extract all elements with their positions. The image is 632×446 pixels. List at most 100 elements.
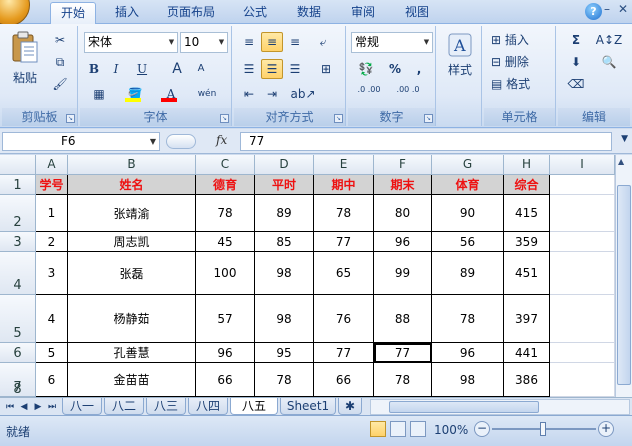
autosum-button[interactable]: Σ [562, 30, 590, 50]
align-right-button[interactable]: ☰ [284, 59, 306, 79]
align-center-button[interactable]: ☰ [261, 59, 283, 79]
expand-formula-bar-icon[interactable]: ▼ [621, 134, 628, 144]
sheet-tab-6[interactable]: Sheet1 [280, 398, 336, 415]
empty-cell[interactable] [550, 363, 615, 397]
underline-button[interactable]: U [128, 59, 156, 79]
horizontal-scrollbar[interactable] [370, 399, 630, 415]
table-cell[interactable]: 99 [374, 252, 432, 295]
table-cell[interactable]: 张靖渝 [68, 195, 196, 232]
insert-sheet-button[interactable]: ✱ [338, 398, 362, 415]
tab-formulas[interactable]: 公式 [232, 2, 278, 24]
table-cell[interactable]: 98 [432, 363, 504, 397]
table-cell[interactable]: 397 [504, 295, 550, 343]
tab-data[interactable]: 数据 [286, 2, 332, 24]
select-all-corner[interactable] [0, 155, 36, 175]
formula-input[interactable]: 77 [240, 132, 612, 151]
zoom-in-button[interactable]: + [598, 421, 614, 437]
sort-filter-button[interactable]: A↕Z [594, 30, 624, 50]
row-header[interactable]: 4 [0, 252, 36, 295]
comma-button[interactable]: , [408, 59, 430, 79]
sheet-tab-3[interactable]: 八三 [146, 398, 186, 415]
empty-cell[interactable] [550, 175, 615, 195]
increase-decimal-button[interactable]: .0 .00 [351, 84, 387, 104]
table-cell[interactable]: 98 [255, 295, 314, 343]
close-icon[interactable]: ✕ [618, 2, 630, 20]
table-header-cell[interactable]: 学号 [36, 175, 68, 195]
orientation-button[interactable]: ab↗ [288, 84, 318, 104]
zoom-slider-thumb[interactable] [540, 422, 546, 436]
table-cell[interactable]: 90 [432, 195, 504, 232]
insert-cells-button[interactable]: ⊞ 插入 [486, 30, 554, 50]
currency-button[interactable]: 💱 [351, 59, 381, 79]
insert-function-button[interactable]: fx [216, 133, 227, 147]
tab-page-layout[interactable]: 页面布局 [158, 2, 224, 24]
table-cell[interactable]: 78 [374, 363, 432, 397]
delete-cells-button[interactable]: ⊟ 删除 [486, 52, 554, 72]
row-header[interactable]: 6 [0, 343, 36, 363]
empty-cell[interactable] [550, 232, 615, 252]
decrease-decimal-button[interactable]: .00 .0 [390, 84, 426, 104]
align-top-button[interactable]: ≡ [238, 32, 260, 52]
decrease-indent-button[interactable]: ⇤ [238, 84, 260, 104]
sheet-tab-1[interactable]: 八一 [62, 398, 102, 415]
percent-button[interactable]: % [384, 59, 406, 79]
format-cells-button[interactable]: ▤ 格式 [486, 74, 554, 94]
formula-bar-splitter[interactable] [166, 134, 196, 149]
table-cell[interactable]: 1 [36, 195, 68, 232]
table-cell[interactable]: 451 [504, 252, 550, 295]
tab-home[interactable]: 开始 [50, 2, 96, 25]
table-cell[interactable]: 78 [432, 295, 504, 343]
table-header-cell[interactable]: 综合 [504, 175, 550, 195]
table-cell[interactable]: 78 [255, 363, 314, 397]
sheet-tab-5[interactable]: 八五 [230, 398, 278, 415]
table-cell[interactable]: 杨静茹 [68, 295, 196, 343]
table-cell[interactable]: 386 [504, 363, 550, 397]
font-color-button[interactable]: A [156, 84, 186, 104]
table-header-cell[interactable]: 平时 [255, 175, 314, 195]
styles-button[interactable]: A 样式 [440, 32, 480, 96]
borders-button[interactable]: ▦ [84, 84, 114, 104]
zoom-out-button[interactable]: − [474, 421, 490, 437]
tab-insert[interactable]: 插入 [104, 2, 150, 24]
align-left-button[interactable]: ☰ [238, 59, 260, 79]
table-header-cell[interactable]: 姓名 [68, 175, 196, 195]
fill-button[interactable]: ⬇ [562, 52, 590, 72]
minimize-ribbon-icon[interactable]: – [604, 2, 616, 20]
office-button[interactable] [0, 0, 30, 26]
table-cell[interactable]: 6 [36, 363, 68, 397]
increase-indent-button[interactable]: ⇥ [261, 84, 283, 104]
wrap-text-button[interactable]: ⤶ [312, 32, 334, 52]
table-cell[interactable]: 45 [196, 232, 255, 252]
find-select-button[interactable]: 🔍 [594, 52, 624, 72]
zoom-level[interactable]: 100% [434, 423, 468, 437]
empty-cell[interactable] [550, 343, 615, 363]
font-size-combo[interactable]: 10 ▼ [180, 32, 228, 53]
table-cell[interactable]: 66 [314, 363, 374, 397]
tab-review[interactable]: 审阅 [340, 2, 386, 24]
table-cell[interactable]: 96 [374, 232, 432, 252]
row-header[interactable]: 3 [0, 232, 36, 252]
vertical-scroll-thumb[interactable] [617, 185, 631, 385]
format-painter-button[interactable]: 🖌 [50, 74, 70, 94]
table-cell[interactable]: 77 [314, 232, 374, 252]
row-header[interactable]: 2 [0, 195, 36, 232]
table-cell[interactable]: 85 [255, 232, 314, 252]
italic-button[interactable]: I [106, 59, 126, 79]
table-cell[interactable]: 80 [374, 195, 432, 232]
table-cell[interactable]: 88 [374, 295, 432, 343]
table-cell[interactable]: 89 [432, 252, 504, 295]
number-format-combo[interactable]: 常规 ▼ [351, 32, 433, 53]
worksheet-grid[interactable]: ABCDEFGHI12345678学号姓名德育平时期中期末体育综合1张靖渝788… [0, 155, 632, 397]
merge-center-button[interactable]: ⊞ [312, 59, 340, 79]
row-header[interactable]: 5 [0, 295, 36, 343]
table-cell[interactable]: 415 [504, 195, 550, 232]
next-sheet-icon[interactable]: ▶ [32, 400, 44, 414]
table-cell[interactable]: 359 [504, 232, 550, 252]
table-cell[interactable]: 441 [504, 343, 550, 363]
sheet-tab-4[interactable]: 八四 [188, 398, 228, 415]
vertical-scrollbar[interactable]: ▲ [615, 155, 632, 397]
help-icon[interactable]: ? [585, 3, 602, 20]
font-launcher[interactable]: ↘ [220, 114, 229, 123]
row-header[interactable]: 1 [0, 175, 36, 195]
table-cell[interactable]: 张磊 [68, 252, 196, 295]
